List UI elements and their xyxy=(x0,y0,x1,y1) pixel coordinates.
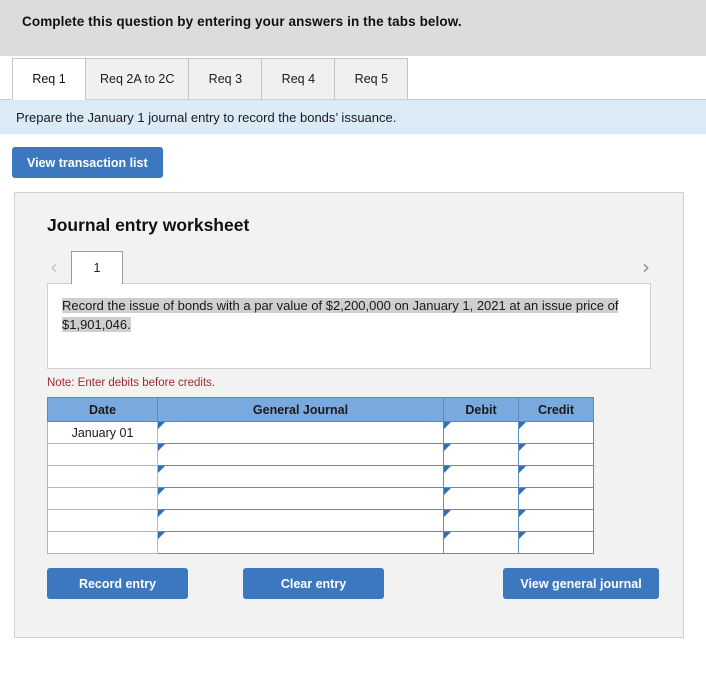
table-row xyxy=(47,531,594,554)
cell-date-row-1: January 01 xyxy=(47,421,158,444)
journal-entry-table-body: January 01 xyxy=(47,421,594,554)
table-row xyxy=(47,443,594,466)
question-instruction-text: Complete this question by entering your … xyxy=(22,14,462,29)
question-instruction-band: Complete this question by entering your … xyxy=(0,0,706,56)
cell-credit-row-1[interactable] xyxy=(518,421,594,444)
chevron-right-icon[interactable]: › xyxy=(633,257,659,284)
input-general-journal-row-3[interactable] xyxy=(158,466,443,487)
cell-credit-row-6[interactable] xyxy=(518,531,594,554)
cell-debit-row-4[interactable] xyxy=(443,487,519,510)
tab-req-1[interactable]: Req 1 xyxy=(12,58,86,100)
cell-date-row-5 xyxy=(47,509,158,532)
input-general-journal-row-5[interactable] xyxy=(158,510,443,531)
requirement-prompt-text: Prepare the January 1 journal entry to r… xyxy=(16,109,397,125)
input-credit-row-3[interactable] xyxy=(519,466,593,487)
worksheet-pager: ‹ 1 › xyxy=(33,250,665,284)
tab-req-2a-to-2c-label: Req 2A to 2C xyxy=(100,72,175,86)
input-general-journal-row-6[interactable] xyxy=(158,532,443,553)
chevron-left-icon[interactable]: ‹ xyxy=(41,257,67,284)
tab-req-3-label: Req 3 xyxy=(208,72,243,86)
tab-req-1-label: Req 1 xyxy=(32,72,66,86)
cell-debit-row-1[interactable] xyxy=(443,421,519,444)
cell-general-journal-row-2[interactable] xyxy=(157,443,444,466)
cell-date-row-2 xyxy=(47,443,158,466)
worksheet-title: Journal entry worksheet xyxy=(47,215,250,235)
input-credit-row-6[interactable] xyxy=(519,532,593,553)
cell-credit-row-5[interactable] xyxy=(518,509,594,532)
tab-req-2a-to-2c[interactable]: Req 2A to 2C xyxy=(85,58,190,100)
transaction-description-box: Record the issue of bonds with a par val… xyxy=(47,283,651,369)
input-credit-row-2[interactable] xyxy=(519,444,593,465)
input-debit-row-1[interactable] xyxy=(444,422,518,443)
view-general-journal-button[interactable]: View general journal xyxy=(503,568,659,599)
cell-debit-row-2[interactable] xyxy=(443,443,519,466)
tab-req-4[interactable]: Req 4 xyxy=(261,58,336,100)
cell-date-row-3 xyxy=(47,465,158,488)
table-row xyxy=(47,487,594,510)
journal-entry-table: Date General Journal Debit Credit Januar… xyxy=(47,397,594,554)
input-debit-row-4[interactable] xyxy=(444,488,518,509)
column-header-general-journal: General Journal xyxy=(157,397,444,422)
input-credit-row-4[interactable] xyxy=(519,488,593,509)
cell-debit-row-6[interactable] xyxy=(443,531,519,554)
tab-req-3[interactable]: Req 3 xyxy=(188,58,263,100)
table-row xyxy=(47,509,594,532)
column-header-credit: Credit xyxy=(518,397,594,422)
tab-req-4-label: Req 4 xyxy=(281,72,316,86)
cell-general-journal-row-3[interactable] xyxy=(157,465,444,488)
cell-debit-row-3[interactable] xyxy=(443,465,519,488)
cell-general-journal-row-5[interactable] xyxy=(157,509,444,532)
table-header-row: Date General Journal Debit Credit xyxy=(47,397,594,422)
input-debit-row-5[interactable] xyxy=(444,510,518,531)
cell-general-journal-row-6[interactable] xyxy=(157,531,444,554)
input-general-journal-row-4[interactable] xyxy=(158,488,443,509)
cell-debit-row-5[interactable] xyxy=(443,509,519,532)
cell-credit-row-3[interactable] xyxy=(518,465,594,488)
table-row xyxy=(47,465,594,488)
tab-req-5-label: Req 5 xyxy=(354,72,389,86)
cell-general-journal-row-1[interactable] xyxy=(157,421,444,444)
clear-entry-button[interactable]: Clear entry xyxy=(243,568,384,599)
record-entry-button[interactable]: Record entry xyxy=(47,568,188,599)
column-header-debit: Debit xyxy=(443,397,519,422)
journal-entry-worksheet-panel: Journal entry worksheet ‹ 1 › Record the… xyxy=(14,192,684,638)
transaction-description-highlight: Record the issue of bonds with a par val… xyxy=(62,298,619,332)
cell-credit-row-2[interactable] xyxy=(518,443,594,466)
table-row: January 01 xyxy=(47,421,594,444)
input-credit-row-1[interactable] xyxy=(519,422,593,443)
worksheet-page-tab-1[interactable]: 1 xyxy=(71,251,123,284)
requirement-prompt-bar: Prepare the January 1 journal entry to r… xyxy=(0,100,706,134)
debits-before-credits-note: Note: Enter debits before credits. xyxy=(47,377,216,389)
worksheet-page-tab-1-label: 1 xyxy=(93,261,101,275)
transaction-list-button-row: View transaction list xyxy=(0,134,706,178)
column-header-date: Date xyxy=(47,397,158,422)
cell-general-journal-row-4[interactable] xyxy=(157,487,444,510)
requirement-tab-strip: Req 1 Req 2A to 2C Req 3 Req 4 Req 5 xyxy=(0,56,706,100)
worksheet-action-buttons: Record entry Clear entry View general jo… xyxy=(47,568,659,600)
transaction-description-text: Record the issue of bonds with a par val… xyxy=(62,296,636,334)
view-transaction-list-button[interactable]: View transaction list xyxy=(12,147,163,178)
input-debit-row-6[interactable] xyxy=(444,532,518,553)
cell-date-row-6 xyxy=(47,531,158,554)
input-general-journal-row-1[interactable] xyxy=(158,422,443,443)
cell-date-row-4 xyxy=(47,487,158,510)
input-credit-row-5[interactable] xyxy=(519,510,593,531)
cell-credit-row-4[interactable] xyxy=(518,487,594,510)
input-debit-row-3[interactable] xyxy=(444,466,518,487)
input-debit-row-2[interactable] xyxy=(444,444,518,465)
input-general-journal-row-2[interactable] xyxy=(158,444,443,465)
tab-req-5[interactable]: Req 5 xyxy=(334,58,409,100)
